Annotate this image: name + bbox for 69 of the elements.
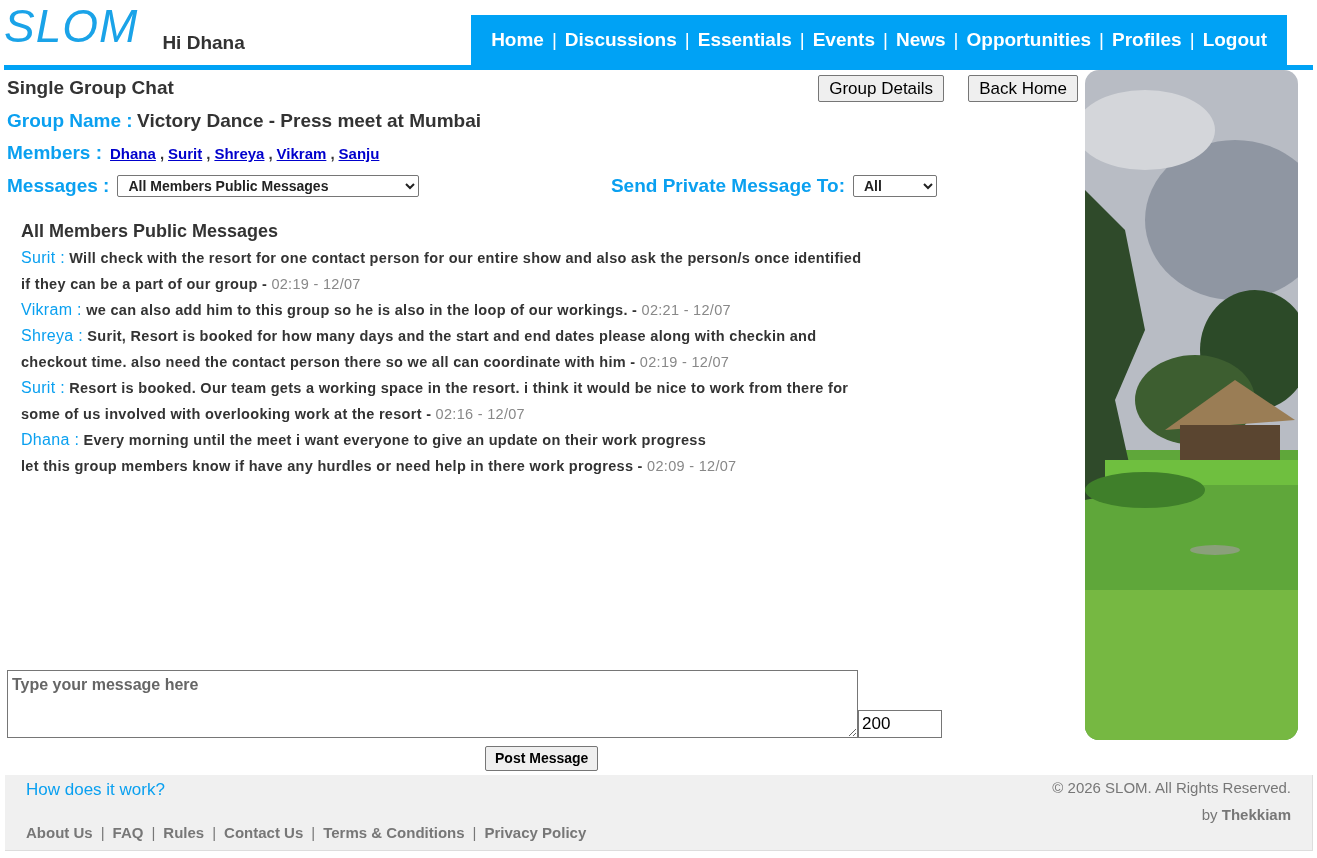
chat-message: Dhana : Every morning until the meet i want everyone to give an update on their work progress let this group members know if have any hurdles or need help in there work progress - 02:09 - 12/07 [21,430,738,476]
nav-link-item[interactable]: News [895,25,946,55]
chat-message: Surit : Will check with the resort for one contact person for our entire show and also ask the person/s once identified if they can be a part of our group - 02:19 - 12/07 [21,248,863,294]
recipient-dropdown[interactable]: All [853,174,937,197]
page-title: Single Group Chat [7,76,174,100]
action-button[interactable]: Group Details [818,74,945,102]
nav-link-item[interactable]: Logout [1202,25,1267,55]
field-label: Members : [7,141,103,165]
chat-heading: All Members Public Messages [21,220,280,243]
footer-link[interactable]: About Us [26,821,93,844]
separator: , [206,144,211,164]
field-label: Messages : [7,173,110,198]
footer-link[interactable]: FAQ [112,821,144,844]
sender-name: Dhana : [21,431,80,448]
separator: | [799,27,805,52]
chat-message: Vikram : we can also add him to this group so he is also in the loop of our workings. - 02:21 - 12/07 [21,300,732,320]
separator: , [159,144,165,164]
member-link[interactable]: Shreya [214,143,265,166]
field-label: Group Name : [7,109,133,131]
separator: | [212,822,217,843]
separator: | [953,27,959,52]
action-button[interactable]: Back Home [968,74,1078,102]
nav-link-item[interactable]: Events [812,25,875,55]
sender-name: Surit : [21,249,65,266]
member-link[interactable]: Dhana [110,143,156,166]
messages-dropdown[interactable]: All Members Public Messages [117,174,420,197]
nav-link-item[interactable]: Opportunities [966,25,1092,55]
timestamp: 02:09 - 12/07 [647,458,737,474]
timestamp: 02:19 - 12/07 [639,354,730,370]
footer-link[interactable]: Terms & Conditions [323,821,465,844]
separator: | [1189,27,1195,52]
copyright-text: © 2026 SLOM. All Rights Reserved. [1052,778,1291,798]
credit-text: by Thekkiam [1200,804,1291,825]
separator: | [472,822,477,843]
member-link[interactable]: Surit [168,143,203,166]
chat-message: Surit : Resort is booked. Our team gets a working space in the resort. i think it would be nice to work from there for some of us involved with overlooking work at the resort - 02:16 - 12/07 [21,378,850,424]
footer-link[interactable]: Privacy Policy [484,821,587,844]
sender-name: Surit : [21,379,65,396]
help-link[interactable]: How does it work? [26,777,587,803]
field-label: Send Private Message To: [610,173,845,198]
greeting: Hi Dhana [162,30,245,55]
nav-link-item[interactable]: Home [491,25,544,55]
separator: | [151,822,156,843]
sender-name: Vikram : [21,301,82,318]
logo: SLOM [4,3,139,49]
character-counter[interactable]: 200 [858,710,942,738]
separator: | [100,822,105,843]
timestamp: 02:16 - 12/07 [435,406,525,422]
separator: | [551,27,557,52]
separator: | [883,27,888,52]
timestamp: 02:19 - 12/07 [271,276,361,292]
nav-link-item[interactable]: Profiles [1112,25,1182,55]
member-link[interactable]: Sanju [338,143,380,166]
member-link[interactable]: Vikram [276,143,327,166]
group-name: Victory Dance - Press meet at Mumbai [137,109,481,131]
footer-link[interactable]: Contact Us [224,821,304,844]
footer-link[interactable]: Rules [163,821,205,844]
post-message-button[interactable]: Post Message [485,746,599,771]
timestamp: 02:21 - 12/07 [641,302,731,318]
separator: , [268,144,273,164]
nav-link-item[interactable]: Essentials [697,25,792,55]
separator: , [330,144,335,164]
chat-message: Shreya : Surit, Resort is booked for how many days and the start and end dates please along with checkin and checkout time. also need the contact person there so we all can coordinate with him - 02:19 - 12/07 [21,326,818,372]
nav-link-item[interactable]: Discussions [564,25,677,55]
sender-name: Shreya : [21,327,83,344]
separator: | [1099,27,1104,52]
separator: | [684,27,690,52]
message-input[interactable]: Type your message here [7,670,858,738]
separator: | [311,822,316,843]
